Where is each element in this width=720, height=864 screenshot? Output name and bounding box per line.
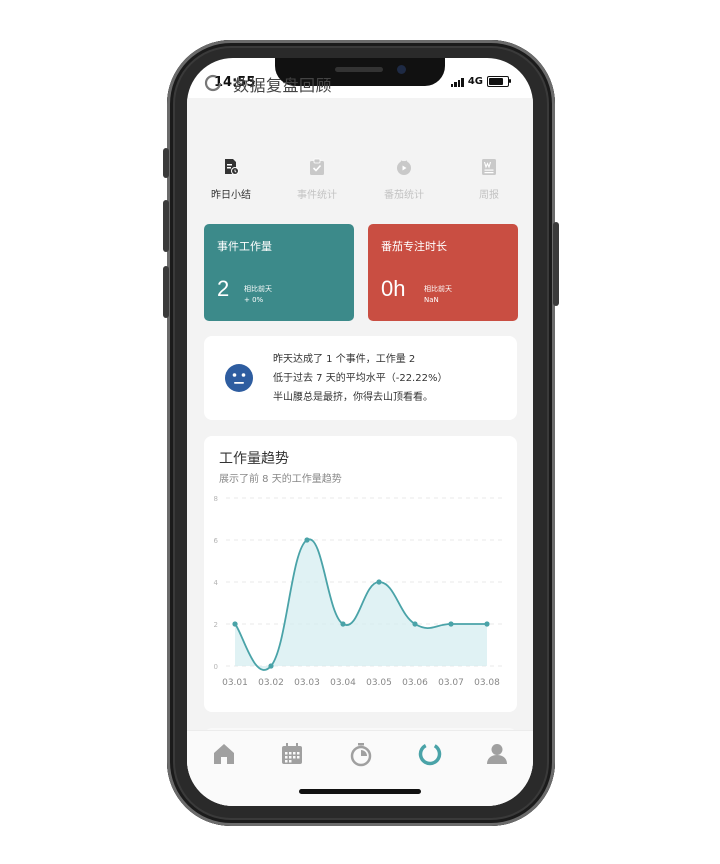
tab-tomato-stats[interactable]: 番茄统计 — [364, 158, 444, 201]
front-camera — [397, 65, 406, 74]
x-tick-label: 03.05 — [366, 678, 392, 688]
x-tick-label: 03.08 — [474, 678, 500, 688]
battery-icon — [487, 76, 511, 87]
workload-card-title: 事件工作量 — [217, 240, 272, 253]
home-icon[interactable] — [211, 741, 237, 767]
y-tick-label: 6 — [214, 537, 219, 545]
user-icon[interactable] — [484, 741, 510, 767]
task-check-icon — [310, 158, 324, 175]
tab-daily-summary[interactable]: 昨日小结 — [191, 158, 271, 201]
tomato-timer-icon — [397, 160, 411, 175]
workload-value: 2 — [217, 276, 230, 301]
neutral-face-icon — [225, 364, 253, 392]
summary-card: 昨天达成了 1 个事件，工作量 2 低于过去 7 天的平均水平（-22.22%）… — [204, 336, 517, 420]
phone-screen: 14:55 4G 数据复盘回顾 昨日小结 事件统计 番茄统计 周报 事件工作量 … — [187, 58, 533, 806]
trend-subtitle: 展示了前 8 天的工作量趋势 — [219, 474, 342, 485]
data-point — [340, 621, 346, 627]
focus-value: 0h — [381, 276, 406, 301]
stopwatch-icon[interactable] — [348, 741, 374, 767]
focus-time-card[interactable]: 番茄专注时长 0h 相比前天 NaN — [368, 224, 518, 321]
summary-text: 昨天达成了 1 个事件，工作量 2 低于过去 7 天的平均水平（-22.22%）… — [273, 350, 447, 407]
ring-icon — [204, 74, 222, 92]
workload-trend-chart: 0 2 4 6 8 03.01 03.02 03.03 03.04 03.05 03.06 03.07… — [214, 495, 504, 688]
tab-label: 昨日小结 — [211, 190, 251, 201]
x-tick-label: 03.01 — [222, 678, 248, 688]
tab-bar: 昨日小结 事件统计 番茄统计 周报 — [187, 158, 533, 208]
phone-power-button — [553, 222, 559, 306]
workload-compare-value: + 0% — [244, 296, 264, 304]
data-point — [412, 621, 418, 627]
weekly-report-icon — [482, 159, 496, 175]
phone-volume-up — [163, 200, 169, 252]
x-tick-label: 03.02 — [258, 678, 284, 688]
x-tick-label: 03.04 — [330, 678, 356, 688]
trend-title: 工作量趋势 — [219, 451, 289, 467]
focus-card-title: 番茄专注时长 — [381, 240, 447, 253]
summary-line: 低于过去 7 天的平均水平（-22.22%） — [273, 373, 448, 384]
workload-compare-label: 相比前天 — [244, 285, 272, 293]
tab-event-stats[interactable]: 事件统计 — [277, 158, 357, 201]
workload-card[interactable]: 事件工作量 2 相比前天 + 0% — [204, 224, 354, 321]
x-tick-label: 03.06 — [402, 678, 428, 688]
trend-card: 工作量趋势 展示了前 8 天的工作量趋势 0 2 4 6 8 03.01 03.02 03.0… — [204, 436, 517, 712]
daily-summary-icon — [225, 159, 239, 175]
data-point — [484, 621, 490, 627]
ring-chart-icon[interactable] — [417, 741, 443, 767]
data-point — [304, 537, 310, 543]
phone-mute-switch — [163, 148, 169, 178]
signal-icon — [450, 77, 464, 87]
tab-label: 事件统计 — [297, 190, 337, 201]
x-tick-label: 03.07 — [438, 678, 464, 688]
data-point — [376, 579, 382, 585]
page-title: 数据复盘回顾 — [233, 76, 333, 95]
y-tick-label: 4 — [214, 579, 219, 587]
tab-label: 番茄统计 — [384, 190, 424, 201]
home-indicator[interactable] — [299, 789, 421, 794]
network-label: 4G — [467, 76, 483, 87]
y-tick-label: 2 — [214, 621, 218, 629]
x-tick-label: 03.03 — [294, 678, 320, 688]
tab-weekly-report[interactable]: 周报 — [449, 158, 529, 201]
focus-compare-value: NaN — [424, 296, 439, 304]
speaker — [335, 67, 383, 72]
phone-volume-down — [163, 266, 169, 318]
focus-compare-label: 相比前天 — [424, 285, 452, 293]
data-point — [232, 621, 238, 627]
bottom-nav — [187, 730, 533, 806]
y-tick-label: 0 — [214, 663, 218, 671]
data-point — [448, 621, 454, 627]
tab-label: 周报 — [479, 190, 499, 201]
status-indicators: 4G — [450, 76, 511, 87]
summary-line: 昨天达成了 1 个事件，工作量 2 — [273, 354, 416, 365]
y-tick-label: 8 — [214, 495, 218, 503]
summary-line: 半山腰总是最挤，你得去山顶看看。 — [273, 392, 433, 403]
data-point — [268, 663, 274, 669]
calendar-icon[interactable] — [279, 741, 305, 767]
